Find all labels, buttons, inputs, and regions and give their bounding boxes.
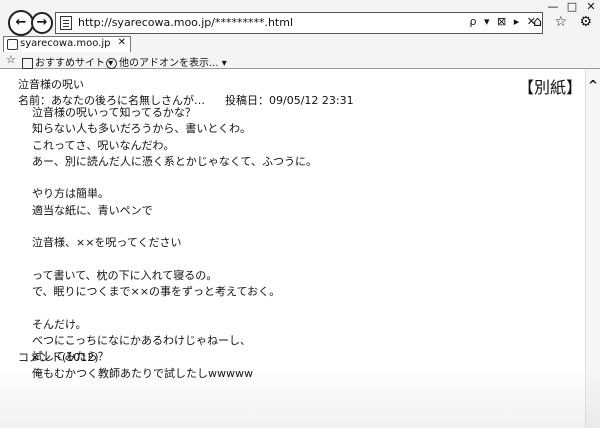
scroll-up-icon[interactable]: ^ [588,78,598,92]
post-line: 泣音様、××を呪ってください [32,236,182,250]
post-line: 泣音様の呪いって知ってるかな？ [32,106,196,119]
page-icon [60,16,72,30]
post-line: 俺もむかつく教師あたりで試したしwwwww [32,366,253,380]
post-line: 知らない人も多いだろうから、書いとくわ。 [32,122,252,136]
site-favicon-icon [7,39,18,50]
browser-chrome: ← → http://syarecowa.moo.jp/*********.ht… [0,0,600,69]
favorites-bar: ☆ おすすめサイト ▾ 他のアドオンを表示... ▾ [0,52,600,69]
post-line: 適当な紙に、青いペンで [32,203,153,217]
address-bar[interactable]: http://syarecowa.moo.jp/*********.html ρ… [55,12,543,34]
post-line [32,301,317,317]
post-line: あー、別に読んだ人に憑く系とかじゃなくて、ふつうに。 [32,154,318,168]
addons-label: 他のアドオンを表示... ▾ [119,58,227,69]
tab-close-icon[interactable]: ✕ [118,37,126,48]
post-line: そんだけ。 [32,317,87,331]
favorites-item-suggested-sites[interactable]: おすすめサイト ▾ [22,54,113,69]
addons-icon [106,57,117,69]
favorites-item-addons[interactable]: 他のアドオンを表示... ▾ [106,54,227,69]
home-favorites-tools-icons[interactable]: ⌂ ☆ ⚙ [533,14,596,30]
comments-link[interactable]: コメント(1012) [18,349,99,365]
url-text[interactable]: http://syarecowa.moo.jp/*********.html [78,16,293,29]
post-line: べつにこっちになにかあるわけじゃねーし、 [32,334,252,348]
post-tag: 【別紙】 [518,78,583,97]
post-line [32,252,317,268]
post-line: って書いて、枕の下に入れて寝るの。 [32,268,218,282]
favorites-star-icon[interactable]: ☆ [6,53,16,66]
post-line: これってさ、呪いなんだわ。 [32,138,175,152]
suggested-sites-icon [22,57,33,69]
post-line [32,219,317,235]
tab-title: syarecowa.moo.jp [20,38,111,49]
forward-button[interactable]: → [31,12,53,34]
suggested-sites-label: おすすめサイト ▾ [35,58,114,69]
post-line: で、眠りにつくまで××の事をずっと考えておく。 [32,285,281,299]
tab-syarecowa[interactable]: syarecowa.moo.jp ✕ [3,36,131,52]
address-tools-icons[interactable]: ρ ▾ ⊠ ▸ ✕ [470,15,538,28]
post-body: 泣音様の呪いって知ってるかな？ 知らない人も多いだろうから、書いとくわ。 これっ… [32,105,317,382]
post-line: やり方は簡単。 [32,187,109,201]
post-title: 泣音様の呪い [18,78,84,91]
vertical-scrollbar[interactable] [585,69,600,428]
post-line [32,170,317,186]
